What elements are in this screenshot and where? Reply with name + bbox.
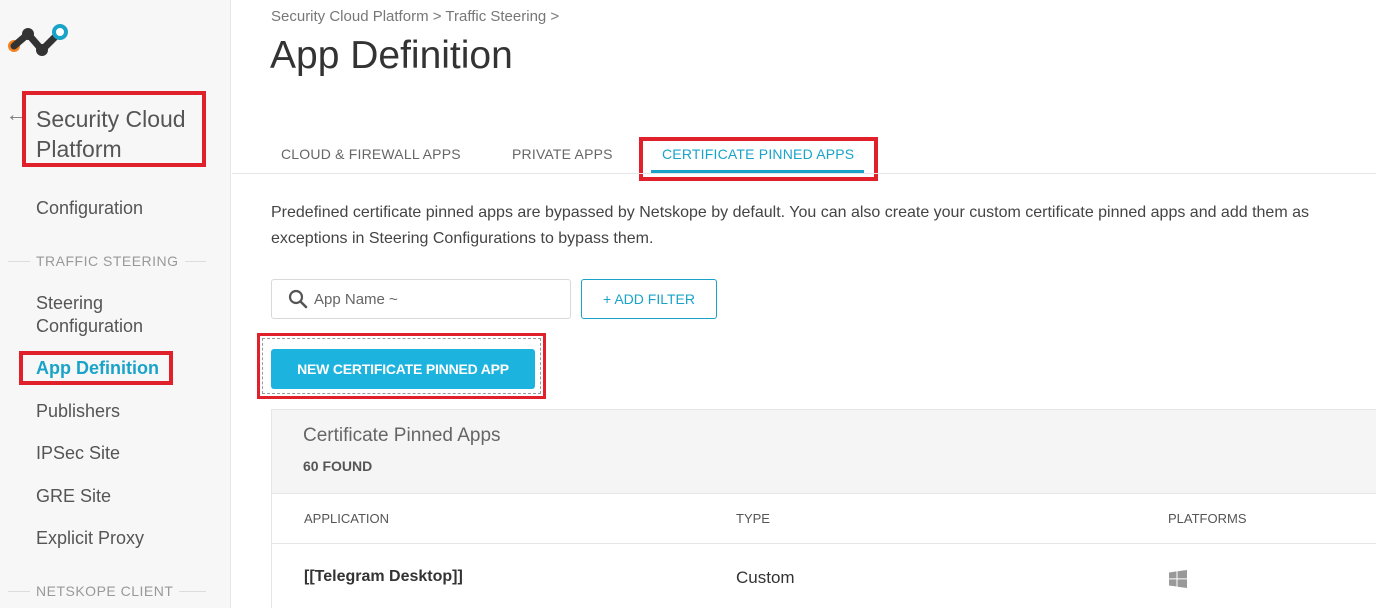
add-filter-button[interactable]: + ADD FILTER [581, 279, 717, 319]
column-header-type[interactable]: TYPE [736, 511, 770, 526]
sidebar-item-ipsec-site[interactable]: IPSec Site [36, 442, 120, 465]
tab-cloud-firewall-apps[interactable]: CLOUD & FIREWALL APPS [281, 146, 461, 162]
sidebar-item-explicit-proxy[interactable]: Explicit Proxy [36, 527, 144, 550]
sidebar: ← Security Cloud Platform Configuration … [0, 0, 231, 608]
cell-application[interactable]: [[Telegram Desktop]] [304, 568, 463, 586]
netskope-logo-icon[interactable] [6, 24, 68, 58]
search-icon [288, 289, 308, 309]
table-header-divider [272, 543, 1376, 544]
section-label: NETSKOPE CLIENT [36, 583, 174, 599]
cell-type: Custom [736, 568, 795, 587]
search-field[interactable] [271, 279, 571, 319]
sidebar-item-gre-site[interactable]: GRE Site [36, 485, 111, 508]
panel-header: Certificate Pinned Apps 60 FOUND [272, 410, 1376, 494]
sidebar-section-traffic-steering: TRAFFIC STEERING [8, 253, 206, 269]
column-header-platforms[interactable]: PLATFORMS [1168, 511, 1247, 526]
windows-icon [1169, 570, 1187, 588]
highlight-box-tab [639, 137, 878, 181]
sidebar-item-steering-configuration[interactable]: Steering Configuration [36, 292, 186, 338]
sidebar-section-netskope-client: NETSKOPE CLIENT [8, 583, 206, 599]
breadcrumb[interactable]: Security Cloud Platform > Traffic Steeri… [271, 8, 559, 25]
search-input[interactable] [314, 290, 554, 308]
section-label: TRAFFIC STEERING [36, 253, 179, 269]
sidebar-item-publishers[interactable]: Publishers [36, 400, 120, 423]
new-certificate-pinned-app-button[interactable]: NEW CERTIFICATE PINNED APP [271, 349, 535, 389]
tabs-divider [232, 173, 1376, 174]
page-description: Predefined certificate pinned apps are b… [271, 204, 1309, 247]
certificate-pinned-apps-panel: Certificate Pinned Apps 60 FOUND APPLICA… [271, 409, 1376, 608]
result-count: 60 FOUND [303, 458, 373, 474]
sidebar-item-app-definition[interactable]: App Definition [36, 357, 159, 380]
platform-title[interactable]: Security Cloud Platform [22, 91, 206, 167]
page-title: App Definition [270, 34, 513, 77]
column-header-application[interactable]: APPLICATION [304, 511, 389, 526]
tab-private-apps[interactable]: PRIVATE APPS [512, 146, 613, 162]
panel-title: Certificate Pinned Apps [303, 425, 501, 446]
sidebar-item-configuration[interactable]: Configuration [36, 197, 143, 220]
